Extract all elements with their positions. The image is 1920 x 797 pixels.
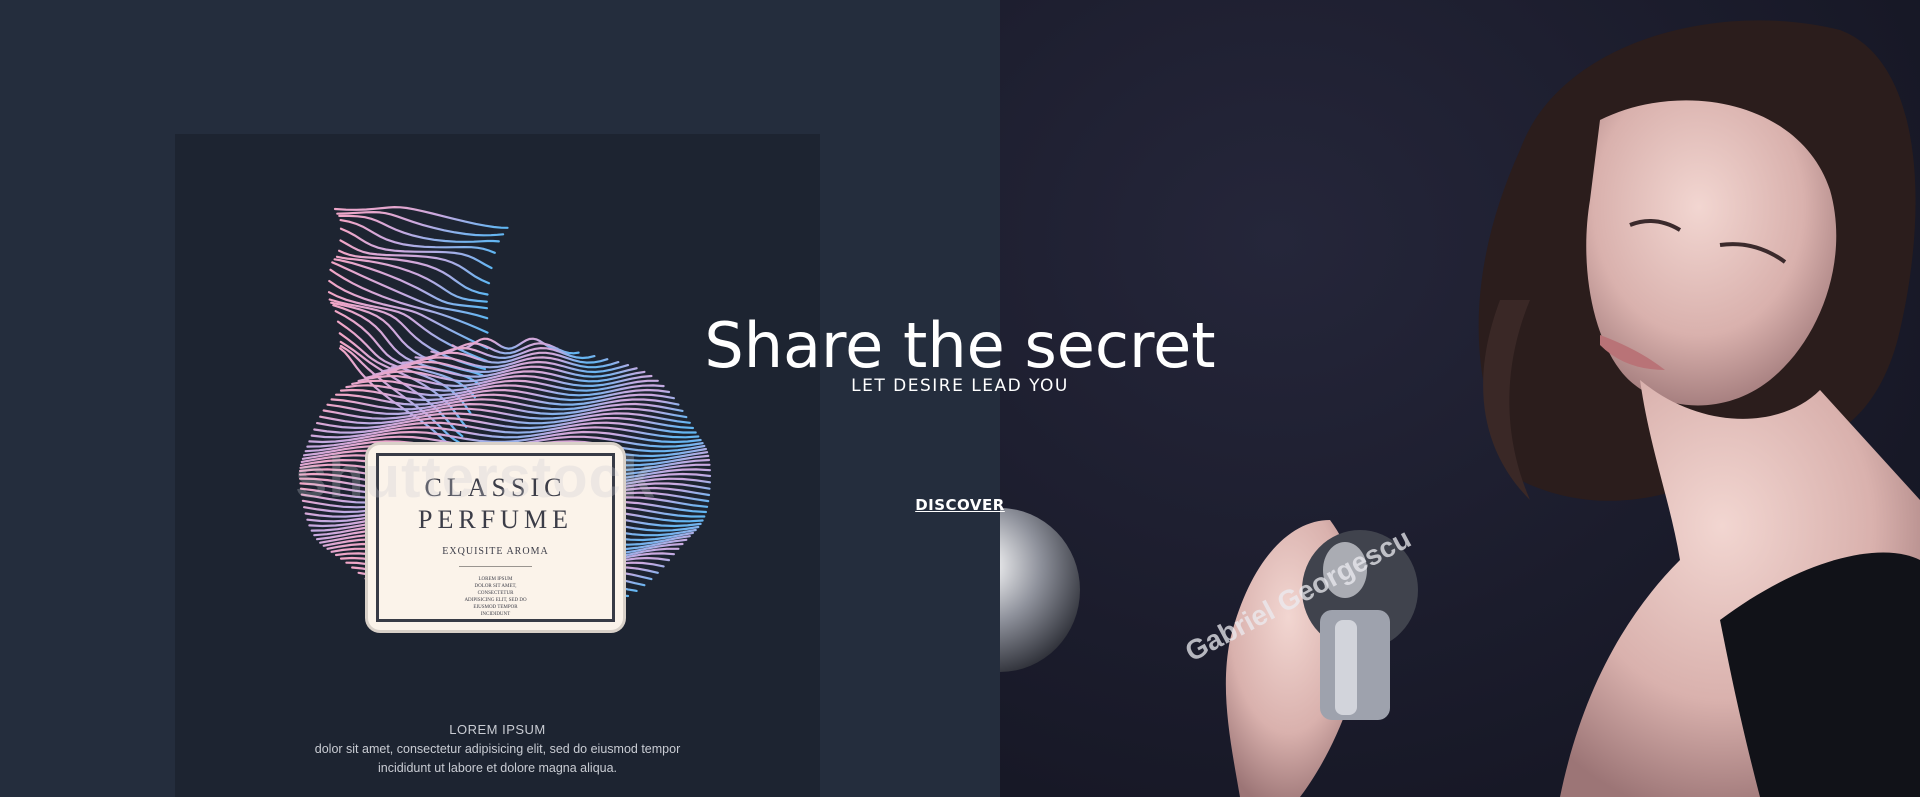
label-fine-print: LOREM IPSUM DOLOR SIT AMET, CONSECTETUR …	[464, 577, 527, 617]
discover-link[interactable]: DISCOVER	[915, 496, 1005, 514]
hero-headline: Share the secret	[704, 308, 1216, 382]
cta-container: DISCOVER	[0, 496, 1920, 515]
label-subtitle: EXQUISITE AROMA	[442, 546, 549, 557]
card-footer-text: dolor sit amet, consectetur adipisicing …	[314, 742, 681, 775]
left-panel: CLASSIC PERFUME EXQUISITE AROMA LOREM IP…	[0, 0, 1000, 797]
perfume-promo-image: CLASSIC PERFUME EXQUISITE AROMA LOREM IP…	[175, 134, 820, 797]
woman-with-perfume-illustration	[1000, 0, 1920, 797]
hero-section: CLASSIC PERFUME EXQUISITE AROMA LOREM IP…	[0, 0, 1920, 797]
hero-tagline: LET DESIRE LEAD YOU	[851, 376, 1069, 396]
card-footer-title: LOREM IPSUM	[449, 722, 546, 737]
model-photo	[1000, 0, 1920, 797]
